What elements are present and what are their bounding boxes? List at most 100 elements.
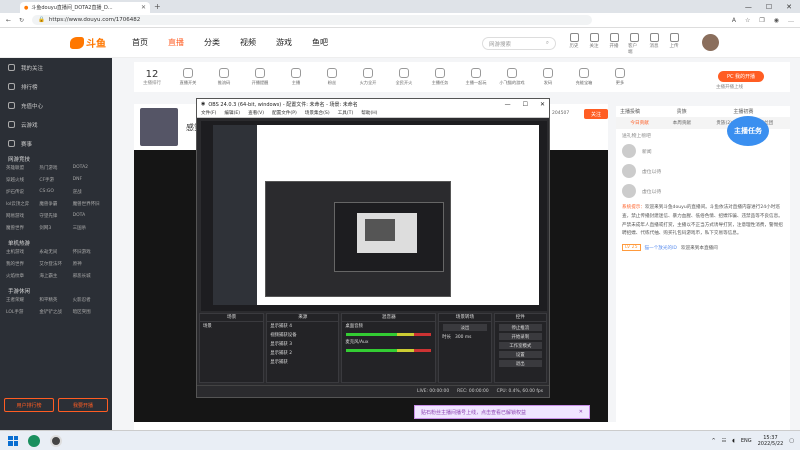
language-indicator[interactable]: ENG: [741, 438, 752, 444]
maximize-icon[interactable]: ☐: [766, 3, 772, 11]
tab-week-contribution[interactable]: 本周贡献: [662, 120, 701, 126]
entering-user[interactable]: 猫一个放光的ID: [645, 245, 677, 251]
clock[interactable]: 15:37 2022/5/22: [758, 435, 784, 447]
anchor-task-badge[interactable]: 主播任务: [727, 116, 769, 146]
user-avatar[interactable]: [702, 34, 719, 51]
close-window-icon[interactable]: ✕: [786, 3, 792, 11]
sidebar-item-ranking[interactable]: 排行榜: [0, 77, 112, 96]
nav-video[interactable]: 视频: [240, 37, 256, 48]
minimize-icon[interactable]: —: [745, 3, 752, 11]
scene-item[interactable]: 场景: [200, 322, 263, 331]
rank-row[interactable]: 虚位以待: [616, 181, 790, 201]
nav-yuba[interactable]: 鱼吧: [312, 37, 328, 48]
toolbar-anchor[interactable]: 主播: [278, 68, 314, 86]
toolbar-live-switch[interactable]: 直播开关: [170, 68, 206, 86]
game-link[interactable]: 原神: [73, 261, 106, 267]
user-rank-button[interactable]: 用户排行榜: [4, 398, 54, 412]
obs-menu-help[interactable]: 帮助(H): [361, 110, 377, 116]
source-item[interactable]: 显示捕获 4: [267, 322, 338, 331]
game-link[interactable]: 邪恶长城: [73, 273, 106, 279]
toolbar-code[interactable]: 发码: [530, 68, 566, 86]
refresh-icon[interactable]: ↻: [19, 17, 24, 24]
sidebar-item-following[interactable]: 我的关注: [0, 58, 112, 77]
game-link[interactable]: 穿越火线: [6, 177, 39, 183]
follow-button[interactable]: 关注: [584, 109, 608, 119]
game-link[interactable]: DNF: [73, 177, 106, 183]
game-link[interactable]: 网易游戏: [6, 213, 39, 219]
game-link[interactable]: 逆战: [73, 189, 106, 195]
game-link[interactable]: 我的世界: [6, 261, 39, 267]
obs-menu-tools[interactable]: 工具(T): [338, 110, 354, 116]
game-link[interactable]: 热门游戏: [39, 165, 72, 171]
follow-button[interactable]: 关注: [588, 33, 600, 55]
client-button[interactable]: 客户端: [628, 33, 640, 55]
studio-mode-button[interactable]: 工作室模式: [498, 342, 542, 349]
game-link[interactable]: 剑网3: [39, 225, 72, 231]
toolbar-play-together[interactable]: 主播一起玩: [458, 68, 494, 86]
game-link[interactable]: 三国杀: [73, 225, 106, 231]
toolbar-all-fire[interactable]: 全民开火: [386, 68, 422, 86]
close-banner-icon[interactable]: ✕: [579, 409, 583, 415]
sidebar-item-events[interactable]: 赛事: [0, 134, 112, 153]
game-link[interactable]: 艾尔登法环: [39, 261, 72, 267]
obs-minimize-icon[interactable]: —: [505, 101, 511, 108]
duration-input[interactable]: 300 ms: [455, 334, 471, 341]
streamer-avatar[interactable]: [140, 108, 178, 146]
source-item[interactable]: 视频捕获设备: [267, 331, 338, 340]
game-link[interactable]: 海上霸主: [39, 273, 72, 279]
game-link[interactable]: DOTA: [73, 213, 106, 219]
obs-menu-file[interactable]: 文件(F): [201, 110, 216, 116]
exit-button[interactable]: 退出: [498, 360, 542, 367]
obs-preview[interactable]: [201, 121, 547, 311]
toolbar-reminder[interactable]: 开播提醒: [242, 68, 278, 86]
obs-menu-scene-collection[interactable]: 场景集合(S): [305, 110, 330, 116]
start-broadcast-button[interactable]: 我要开播: [58, 398, 108, 412]
source-item[interactable]: 显示捕获 2: [267, 349, 338, 358]
message-button[interactable]: 消息: [648, 33, 660, 55]
new-tab-icon[interactable]: +: [154, 2, 161, 11]
fan-privilege-banner[interactable]: 贴石粉丝主播间播号上线，点击查看已解锁权益 ✕: [414, 405, 590, 419]
tab-anchor-race[interactable]: 主播初赛: [733, 108, 786, 115]
obs-app-icon[interactable]: [50, 434, 62, 447]
windows-start-icon[interactable]: [8, 435, 18, 446]
back-icon[interactable]: ←: [6, 17, 11, 24]
tab-nobility[interactable]: 贵族: [677, 108, 730, 115]
toolbar-firepower[interactable]: 火力全开: [350, 68, 386, 86]
rank-count[interactable]: 12 主播排行: [134, 69, 170, 86]
obs-menu-profile[interactable]: 配置文件(P): [272, 110, 297, 116]
tab-today-contribution[interactable]: 今日贡献: [620, 120, 659, 126]
pc-broadcast-button[interactable]: PC 我的开播: [718, 71, 764, 82]
toolbar-more[interactable]: 更多: [602, 68, 638, 86]
more-icon[interactable]: …: [788, 17, 794, 24]
game-link[interactable]: 魔兽世界: [6, 225, 39, 231]
toolbar-flying-cat[interactable]: 小飞猫的游戏: [494, 68, 530, 86]
toolbar-fans[interactable]: 粉丝: [314, 68, 350, 86]
douyu-logo[interactable]: 斗鱼: [70, 35, 106, 50]
nav-home[interactable]: 首页: [132, 37, 148, 48]
game-link[interactable]: 火焰纹章: [6, 273, 39, 279]
audio-meter[interactable]: [346, 349, 432, 352]
game-link[interactable]: CF手游: [39, 177, 72, 183]
close-tab-icon[interactable]: ✕: [141, 4, 146, 11]
nav-category[interactable]: 分类: [204, 37, 220, 48]
toolbar-tasks[interactable]: 主播任务: [422, 68, 458, 86]
rank-row[interactable]: 虚位以待: [616, 161, 790, 181]
obs-menu-view[interactable]: 查看(V): [248, 110, 264, 116]
start-recording-button[interactable]: 开始录制: [498, 333, 542, 340]
profile-icon[interactable]: ◉: [774, 17, 779, 24]
game-link[interactable]: 怀旧游戏: [73, 249, 106, 255]
network-icon[interactable]: ☷: [722, 438, 726, 444]
toolbar-stream-key[interactable]: 推流码: [206, 68, 242, 86]
game-link[interactable]: 魔兽争霸: [39, 201, 72, 207]
url-input[interactable]: 🔒 https://www.douyu.com/1706482: [32, 15, 593, 25]
game-link[interactable]: 炉石传说: [6, 189, 39, 195]
source-item[interactable]: 显示捕获 3: [267, 340, 338, 349]
obs-close-icon[interactable]: ✕: [540, 101, 545, 108]
game-link[interactable]: 王者荣耀: [6, 297, 39, 303]
game-link[interactable]: 和平精英: [39, 297, 72, 303]
sidebar-section-mobile[interactable]: 手游休闲: [0, 285, 112, 297]
search-input[interactable]: 网游搜索 ⌕: [482, 37, 556, 50]
search-icon[interactable]: ⌕: [546, 40, 549, 47]
transition-select[interactable]: 淡出: [443, 324, 487, 331]
audio-meter[interactable]: [346, 333, 432, 336]
